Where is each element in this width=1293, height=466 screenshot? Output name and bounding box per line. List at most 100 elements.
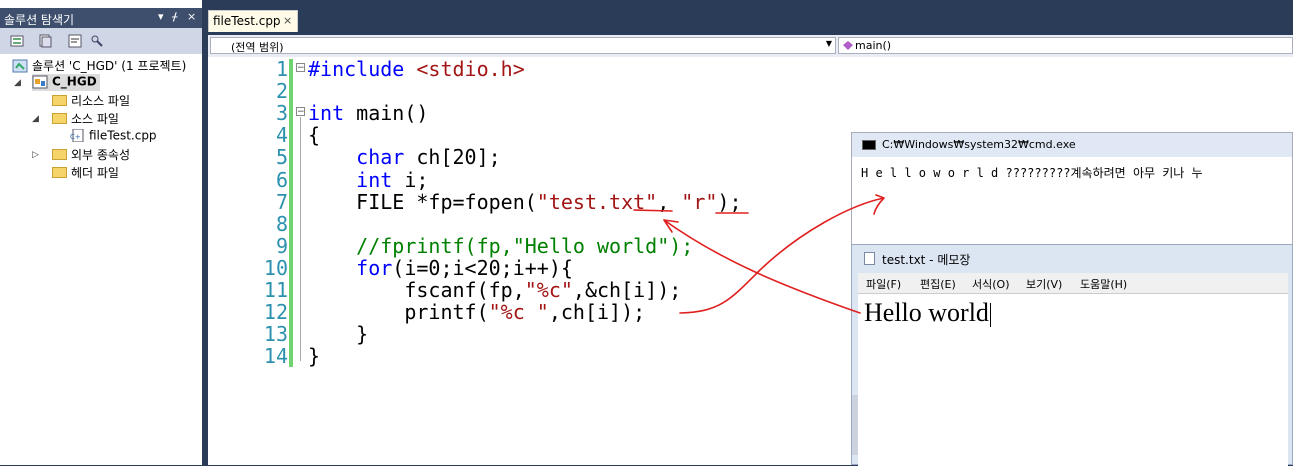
code-token: "%c "	[488, 300, 549, 325]
close-icon[interactable]: ×	[187, 10, 196, 23]
line-number: 13	[263, 322, 288, 347]
notepad-scrollbar[interactable]	[852, 395, 858, 455]
menu-edit[interactable]: 편집(E)	[920, 276, 956, 292]
tree-item-resource-files[interactable]: 리소스 파일	[52, 92, 130, 109]
line-number: 6	[275, 167, 288, 192]
line-number: 4	[275, 123, 288, 148]
code-token: fscanf(fp,	[308, 278, 525, 302]
changed-lines-indicator	[289, 59, 293, 367]
collapse-arrow-icon[interactable]: ◢	[32, 114, 39, 124]
fold-guide	[300, 117, 301, 361]
code-line: {	[308, 123, 320, 147]
line-number: 2	[275, 79, 288, 104]
code-token: "test.txt"	[536, 189, 658, 214]
code-token: char	[356, 145, 405, 170]
tree-item-project[interactable]: C_HGD	[32, 74, 100, 91]
notepad-content: Hello world	[864, 298, 991, 328]
code-line: fscanf(fp,"%c",&ch[i]);	[308, 278, 681, 302]
line-number: 14	[263, 344, 288, 369]
tab-close-icon[interactable]: ×	[283, 14, 292, 27]
line-number: 7	[275, 189, 288, 214]
chevron-down-icon: ▼	[825, 39, 832, 48]
tree-item-source-files[interactable]: 소스 파일	[52, 110, 119, 127]
method-icon	[843, 41, 853, 50]
code-token: "%c"	[524, 278, 573, 302]
menu-file[interactable]: 파일(F)	[866, 276, 901, 292]
fold-toggle-icon[interactable]: −	[296, 107, 305, 117]
code-line: }	[308, 322, 368, 346]
code-token: FILE *fp=fopen(	[308, 189, 537, 214]
menu-help[interactable]: 도움말(H)	[1080, 276, 1127, 292]
cmd-window[interactable]: C:₩Windows₩system32₩cmd.exe H e l l o w …	[851, 132, 1293, 252]
cmd-titlebar[interactable]: C:₩Windows₩system32₩cmd.exe	[852, 133, 1292, 158]
notepad-menubar: 파일(F) 편집(E) 서식(O) 보기(V) 도움말(H)	[858, 273, 1288, 293]
code-token: //fprintf(fp,"Hello world");	[356, 233, 694, 258]
code-token: ,	[657, 189, 682, 214]
code-token: );	[717, 189, 742, 214]
show-all-files-icon[interactable]	[38, 34, 52, 48]
code-line: printf("%c ",ch[i]);	[308, 300, 645, 324]
code-line: #include <stdio.h>	[308, 57, 525, 81]
notepad-text-area[interactable]: Hello world	[858, 293, 1288, 466]
line-number: 11	[263, 278, 288, 302]
code-line: }	[308, 344, 320, 368]
panel-menu-icon[interactable]: ▾	[158, 10, 164, 23]
code-token: {	[308, 123, 321, 148]
tree-item-filetest-cpp[interactable]: C+ fileTest.cpp	[70, 128, 157, 145]
menu-view[interactable]: 보기(V)	[1026, 276, 1062, 292]
code-token: printf(	[308, 300, 489, 325]
code-token: int	[308, 101, 345, 126]
line-number: 5	[275, 145, 288, 170]
code-token: (i=0;i<20;i++){	[392, 255, 573, 280]
text-caret	[989, 303, 991, 328]
code-token: int	[356, 167, 393, 192]
scope-dropdown-value: (전역 범위)	[231, 41, 284, 54]
function-dropdown[interactable]: main()	[838, 37, 1293, 54]
code-line: int main()	[308, 101, 428, 125]
solution-explorer-header: 솔루션 탐색기 ▾ ᚋ ×	[0, 8, 202, 28]
folder-open-icon	[52, 113, 67, 124]
notepad-content-text: Hello world	[864, 298, 989, 327]
scope-dropdown[interactable]: (전역 범위) ▼	[210, 37, 836, 54]
class-diagram-icon[interactable]	[90, 34, 104, 48]
notepad-title: test.txt - 메모장	[882, 253, 971, 267]
cmd-output: H e l l o w o r l d ?????????계속하려면 아무 키나…	[861, 166, 1203, 180]
code-line: for(i=0;i<20;i++){	[308, 256, 573, 280]
collapse-arrow-icon[interactable]: ◢	[14, 78, 21, 88]
document-tabstrip: fileTest.cpp ×	[202, 8, 1293, 32]
solution-explorer-title: 솔루션 탐색기	[4, 13, 75, 27]
project-icon	[32, 75, 48, 88]
folder-icon	[52, 167, 67, 178]
solution-explorer-panel: 솔루션 탐색기 ▾ ᚋ × 솔루션 'C_HGD' (1 프로젝트) ◢ C_H…	[0, 0, 202, 465]
function-dropdown-value: main()	[855, 39, 892, 52]
cmd-console[interactable]: H e l l o w o r l d ?????????계속하려면 아무 키나…	[852, 157, 1292, 251]
tab-filetest-cpp[interactable]: fileTest.cpp ×	[208, 10, 298, 32]
tree-item-header-files[interactable]: 헤더 파일	[52, 164, 119, 181]
code-token: main()	[344, 101, 429, 126]
code-token: "r"	[681, 189, 718, 214]
fold-toggle-icon[interactable]: −	[296, 63, 305, 73]
expand-arrow-icon[interactable]: ▷	[32, 150, 39, 160]
properties-icon[interactable]	[10, 34, 24, 48]
cpp-file-icon: C+	[70, 129, 84, 142]
code-token: for	[356, 255, 393, 280]
view-code-icon[interactable]	[68, 34, 82, 48]
svg-text:C+: C+	[70, 133, 81, 141]
notepad-titlebar[interactable]: test.txt - 메모장	[852, 245, 1292, 271]
tree-item-solution[interactable]: 솔루션 'C_HGD' (1 프로젝트)	[12, 57, 186, 74]
code-token: <stdio.h>	[416, 57, 525, 81]
menu-format[interactable]: 서식(O)	[972, 276, 1009, 292]
code-token: ch[20];	[404, 145, 501, 170]
tree-item-external-dependencies[interactable]: 외부 종속성	[52, 146, 130, 163]
cmd-icon	[862, 140, 876, 150]
code-token: }	[308, 344, 321, 369]
line-number: 8	[275, 211, 288, 236]
folder-icon	[52, 149, 67, 160]
code-token: #include	[308, 57, 417, 81]
pin-icon[interactable]: ᚋ	[172, 10, 177, 23]
line-number: 12	[263, 300, 288, 325]
notepad-window[interactable]: test.txt - 메모장 파일(F) 편집(E) 서식(O) 보기(V) 도…	[851, 244, 1293, 466]
